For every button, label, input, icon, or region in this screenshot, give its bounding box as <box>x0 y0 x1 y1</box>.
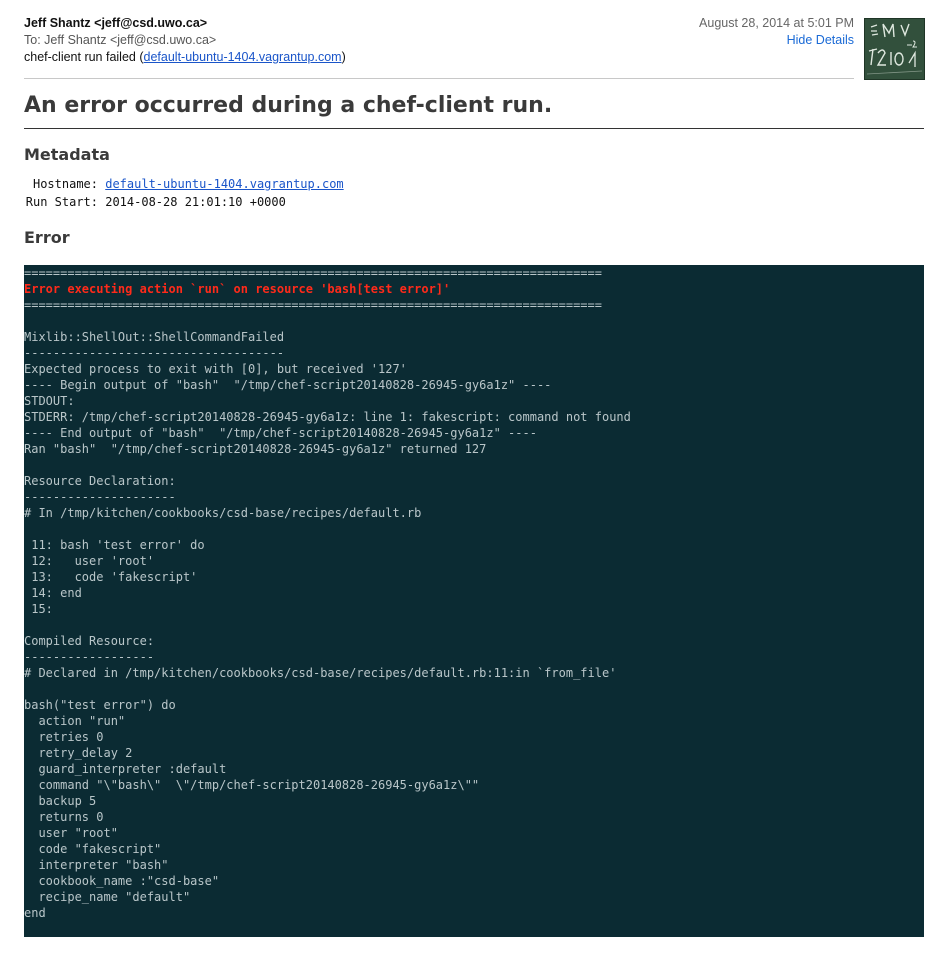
terminal-line: returns 0 <box>24 810 104 824</box>
email-to: Jeff Shantz <jeff@csd.uwo.ca> <box>44 33 217 47</box>
terminal-line: guard_interpreter :default <box>24 762 227 776</box>
terminal-line: retries 0 <box>24 730 104 744</box>
chalkboard-icon <box>865 19 924 79</box>
run-start-label: Run Start: <box>25 195 98 209</box>
terminal-line: end <box>24 906 46 920</box>
terminal-line: STDERR: /tmp/chef-script20140828-26945-g… <box>24 410 631 424</box>
error-output-panel: ========================================… <box>24 265 924 937</box>
metadata-heading: Metadata <box>24 145 110 164</box>
terminal-line: Mixlib::ShellOut::ShellCommandFailed <box>24 330 285 344</box>
subject-host-link[interactable]: default-ubuntu-1404.vagrantup.com <box>144 50 342 64</box>
terminal-line: ------------------ <box>24 650 155 664</box>
error-output-text: ========================================… <box>24 265 631 921</box>
terminal-line: 14: end <box>24 586 82 600</box>
terminal-line: Error executing action `run` on resource… <box>24 282 451 296</box>
terminal-line: cookbook_name :"csd-base" <box>24 874 220 888</box>
terminal-line: ========================================… <box>24 266 602 280</box>
terminal-line: Compiled Resource: <box>24 634 155 648</box>
run-start-value: 2014-08-28 21:01:10 +0000 <box>105 195 286 209</box>
terminal-line: interpreter "bash" <box>24 858 169 872</box>
terminal-line: ------------------------------------ <box>24 346 285 360</box>
terminal-line: ========================================… <box>24 298 602 312</box>
email-subject: chef-client run failed (default-ubuntu-1… <box>24 50 346 64</box>
terminal-line: action "run" <box>24 714 126 728</box>
terminal-line: ---- Begin output of "bash" "/tmp/chef-s… <box>24 378 552 392</box>
terminal-line: user "root" <box>24 826 118 840</box>
hostname-label: Hostname: <box>32 177 98 191</box>
subject-prefix: chef-client run failed ( <box>24 50 144 64</box>
terminal-line: command "\"bash\" \"/tmp/chef-script2014… <box>24 778 480 792</box>
terminal-line: recipe_name "default" <box>24 890 191 904</box>
email-to-label: To: <box>24 33 41 47</box>
terminal-line: backup 5 <box>24 794 97 808</box>
terminal-line: ---- End output of "bash" "/tmp/chef-scr… <box>24 426 537 440</box>
terminal-line: # Declared in /tmp/kitchen/cookbooks/csd… <box>24 666 617 680</box>
email-date: August 28, 2014 at 5:01 PM <box>699 16 854 30</box>
terminal-line: # In /tmp/kitchen/cookbooks/csd-base/rec… <box>24 506 422 520</box>
title-divider <box>24 128 924 129</box>
terminal-line: retry_delay 2 <box>24 746 133 760</box>
page-title: An error occurred during a chef-client r… <box>24 93 553 118</box>
hostname-link[interactable]: default-ubuntu-1404.vagrantup.com <box>105 177 343 191</box>
header-divider <box>24 78 854 79</box>
error-heading: Error <box>24 228 70 247</box>
email-header: Jeff Shantz <jeff@csd.uwo.ca> To: Jeff S… <box>24 16 854 78</box>
hide-details-link[interactable]: Hide Details <box>787 33 854 47</box>
terminal-line: Expected process to exit with [0], but r… <box>24 362 407 376</box>
terminal-line: 15: <box>24 602 53 616</box>
terminal-line: 12: user 'root' <box>24 554 155 568</box>
terminal-line: --------------------- <box>24 490 176 504</box>
terminal-line: bash("test error") do <box>24 698 176 712</box>
subject-suffix: ) <box>341 50 346 64</box>
terminal-line: 13: code 'fakescript' <box>24 570 198 584</box>
hostname-row: Hostname: default-ubuntu-1404.vagrantup.… <box>24 177 344 191</box>
email-to-row: To: Jeff Shantz <jeff@csd.uwo.ca> <box>24 33 216 47</box>
run-start-row: Run Start: 2014-08-28 21:01:10 +0000 <box>24 195 286 209</box>
terminal-line: Resource Declaration: <box>24 474 176 488</box>
terminal-line: 11: bash 'test error' do <box>24 538 205 552</box>
email-from: Jeff Shantz <jeff@csd.uwo.ca> <box>24 16 208 30</box>
terminal-line: code "fakescript" <box>24 842 162 856</box>
terminal-line: Ran "bash" "/tmp/chef-script20140828-269… <box>24 442 487 456</box>
sender-avatar <box>864 18 925 80</box>
terminal-line: STDOUT: <box>24 394 75 408</box>
